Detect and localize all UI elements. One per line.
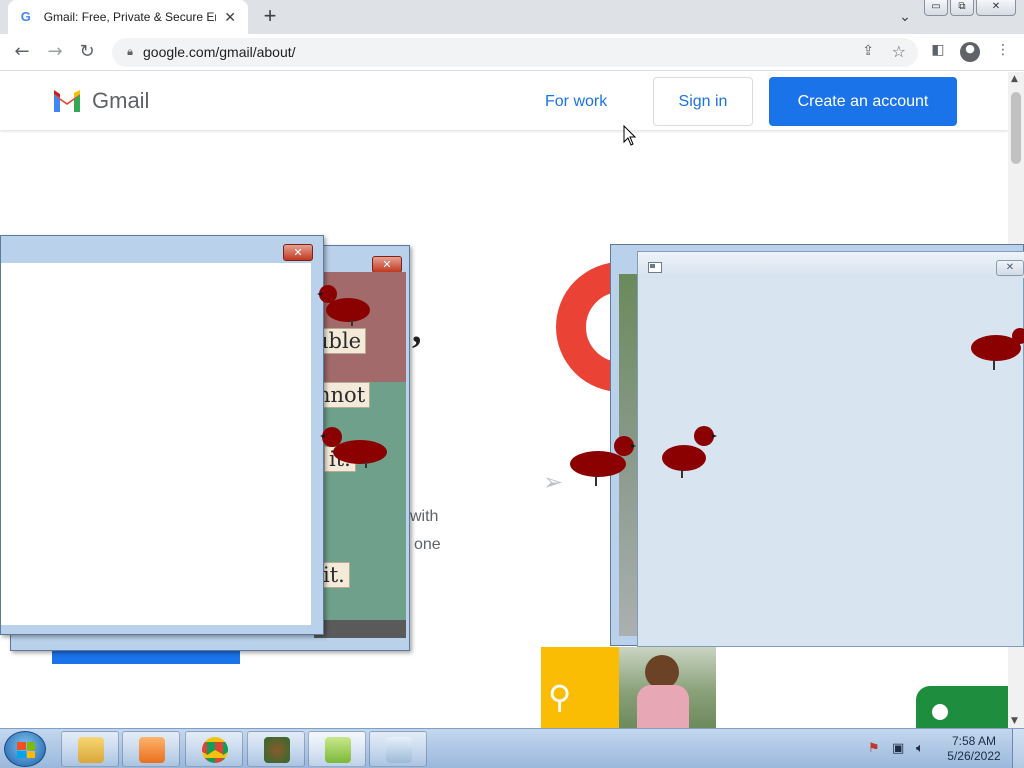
green-tag-graphic	[916, 686, 1008, 728]
close-window-button[interactable]: ✕	[976, 0, 1016, 16]
game-app-icon	[264, 737, 290, 763]
lock-icon[interactable]: 🔒︎	[122, 44, 138, 60]
notepad-icon	[325, 737, 351, 763]
restore-button[interactable]: ⧉	[950, 0, 974, 16]
chrome-icon	[202, 737, 228, 763]
volume-icon[interactable]: 🔈︎	[916, 741, 924, 756]
gmail-logo-icon[interactable]	[52, 89, 82, 112]
window-system-icon[interactable]	[648, 262, 662, 273]
gmail-wordmark[interactable]: Gmail	[92, 88, 149, 114]
child-photo	[619, 647, 716, 728]
reload-icon[interactable]: ↻	[74, 39, 100, 65]
tab-search-chevron-icon[interactable]: ⌄	[894, 6, 916, 28]
hero-text-fragment: one	[414, 536, 441, 553]
tab-strip: G Gmail: Free, Private & Secure Em ✕ + ⌄…	[0, 0, 1024, 34]
start-button[interactable]	[4, 731, 46, 767]
taskbar-chrome[interactable]	[185, 731, 243, 767]
action-center-flag-icon[interactable]: ⚑	[868, 741, 880, 756]
clock-time: 7:58 AM	[951, 734, 997, 748]
windows-logo-icon	[17, 742, 35, 758]
search-icon: ⚲	[548, 678, 572, 716]
window-controls: ▭ ⧉ ✕	[924, 0, 1016, 16]
child-shirt-shape	[637, 685, 689, 728]
send-arrow-icon: ➢	[543, 468, 564, 496]
create-account-button[interactable]: Create an account	[769, 77, 957, 126]
gmail-header: Gmail For work Sign in Create an account	[0, 72, 1008, 130]
red-bird-sprite[interactable]	[660, 424, 720, 480]
forward-arrow-icon[interactable]: →	[42, 39, 68, 65]
system-clock[interactable]: 7:58 AM 5/26/2022	[938, 734, 1010, 764]
collage-dark-strip	[314, 620, 406, 638]
hero-cta-button[interactable]	[52, 650, 240, 664]
address-bar[interactable]: 🔒︎ google.com/gmail/about/ ⇪ ☆	[112, 38, 918, 67]
bookmark-star-icon[interactable]: ☆	[892, 42, 906, 61]
folder-icon	[78, 737, 104, 763]
for-work-link[interactable]: For work	[545, 93, 607, 111]
close-tab-icon[interactable]: ✕	[222, 9, 238, 26]
share-icon[interactable]: ⇪	[862, 43, 874, 59]
menu-kebab-icon[interactable]: ⋮	[993, 42, 1013, 62]
red-bird-sprite[interactable]	[318, 424, 390, 470]
child-head-shape	[645, 655, 679, 689]
back-arrow-icon[interactable]: ←	[9, 39, 35, 65]
minimize-button[interactable]: ▭	[924, 0, 948, 16]
hero-text-fragment: with	[410, 508, 439, 525]
browser-toolbar: ← → ↻ 🔒︎ google.com/gmail/about/ ⇪ ☆ ◧ ●…	[0, 34, 1024, 71]
mouse-cursor-icon	[623, 125, 637, 146]
taskbar-notepad-app[interactable]	[308, 731, 366, 767]
red-bird-sprite[interactable]	[970, 326, 1024, 374]
new-tab-button[interactable]: +	[258, 5, 282, 29]
window-titlebar[interactable]	[638, 252, 1024, 278]
url-text[interactable]: google.com/gmail/about/	[143, 44, 296, 60]
window-close-button[interactable]: ✕	[996, 260, 1024, 276]
red-bird-sprite[interactable]	[566, 434, 638, 490]
side-panel-icon[interactable]: ◧	[928, 42, 948, 62]
taskbar-writing-app[interactable]	[369, 731, 427, 767]
scroll-down-arrow-icon[interactable]: ▼	[1011, 716, 1018, 726]
windows-taskbar: ⚑ ▣ 🔈︎ 7:58 AM 5/26/2022	[0, 728, 1024, 768]
red-bird-sprite[interactable]	[314, 282, 374, 328]
sign-in-button[interactable]: Sign in	[653, 77, 753, 126]
taskbar-file-explorer[interactable]	[61, 731, 119, 767]
media-player-icon	[139, 737, 165, 763]
blank-window-left[interactable]: ✕	[0, 235, 324, 635]
writing-app-icon	[386, 737, 412, 763]
network-icon[interactable]: ▣	[892, 741, 904, 756]
taskbar-game-app[interactable]	[247, 731, 305, 767]
scroll-up-arrow-icon[interactable]: ▲	[1011, 74, 1018, 84]
google-favicon-icon: G	[20, 9, 31, 24]
tab-title: Gmail: Free, Private & Secure Em	[43, 10, 217, 24]
window-close-button[interactable]: ✕	[283, 244, 313, 261]
window-close-button[interactable]: ✕	[372, 256, 402, 273]
window-client-area[interactable]	[1, 263, 311, 625]
clock-date: 5/26/2022	[947, 749, 1001, 763]
hero-headline-fragment: ,	[412, 309, 422, 351]
browser-tab-gmail[interactable]: G Gmail: Free, Private & Secure Em ✕	[8, 0, 248, 34]
taskbar-media-player[interactable]	[122, 731, 180, 767]
scrollbar-thumb[interactable]	[1011, 92, 1021, 164]
show-desktop-button[interactable]	[1012, 729, 1024, 768]
tag-dot-icon	[932, 704, 948, 720]
profile-avatar-icon[interactable]: ●	[960, 42, 980, 62]
